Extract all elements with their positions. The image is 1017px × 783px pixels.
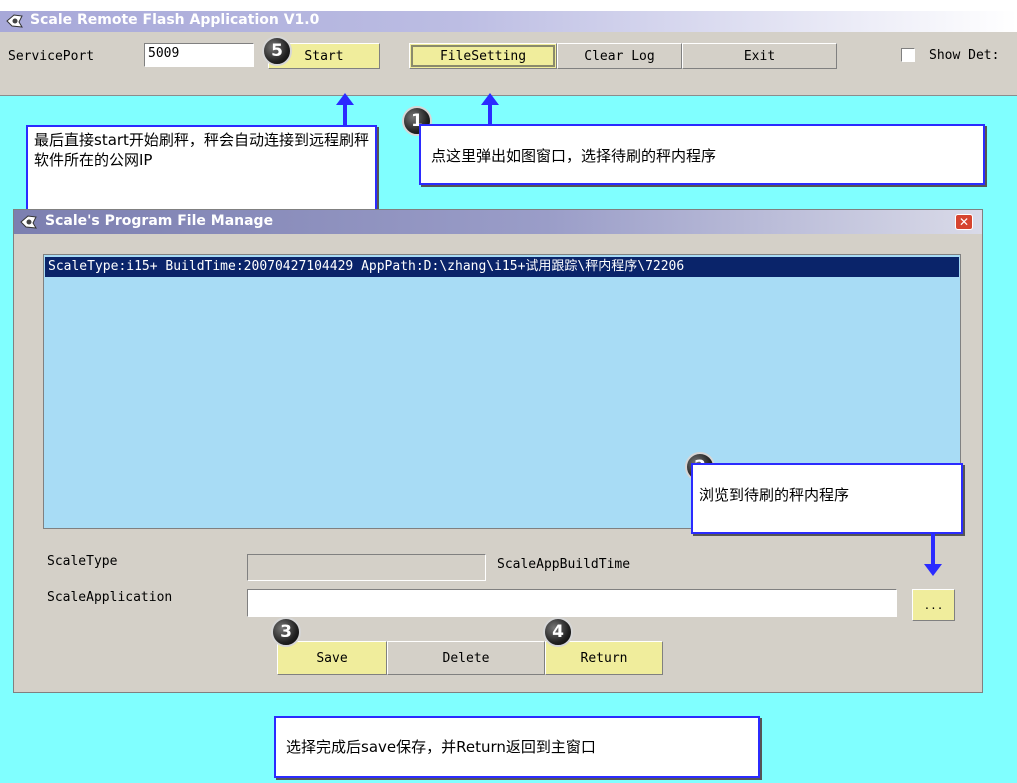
exit-button[interactable]: Exit [682,43,837,69]
show-details-label: Show Det: [929,48,1000,63]
main-window: Scale Remote Flash Application V1.0 Serv… [0,0,1017,783]
app-icon [20,214,38,230]
scale-type-label: ScaleType [47,554,118,569]
top-strip [0,0,1017,11]
build-time-label: ScaleAppBuildTime [497,557,631,572]
callout-step2: 浏览到待刷的秤内程序 [691,463,963,534]
scale-type-field [247,554,486,581]
file-manage-dialog: Scale's Program File Manage ✕ ScaleType:… [13,209,983,693]
show-details-checkbox[interactable] [901,48,915,62]
service-port-label: ServicePort [8,49,95,64]
service-port-input[interactable]: 5009 [144,43,254,67]
close-icon[interactable]: ✕ [955,214,973,230]
callout-step1: 点这里弹出如图窗口，选择待刷的秤内程序 [419,124,985,185]
arrow-to-start-icon [336,93,354,126]
callout-bottom: 选择完成后save保存，并Return返回到主窗口 [274,716,760,778]
main-toolbar: ServicePort 5009 Start FileSetting Clear… [0,32,1017,96]
list-item[interactable]: ScaleType:i15+ BuildTime:20070427104429 … [45,257,959,277]
step-badge-4: 4 [543,617,573,647]
app-icon [6,13,24,29]
arrow-to-browse-icon [924,534,942,576]
browse-button[interactable]: ... [912,589,955,621]
delete-button[interactable]: Delete [387,641,545,675]
file-setting-button[interactable]: FileSetting [409,43,557,69]
window-title: Scale Remote Flash Application V1.0 [30,12,320,28]
callout-step5: 最后直接start开始刷秤，秤会自动连接到远程刷秤软件所在的公网IP [26,125,377,217]
step-badge-5: 5 [262,36,292,66]
step-badge-3: 3 [271,617,301,647]
main-titlebar: Scale Remote Flash Application V1.0 [0,11,1017,32]
scale-application-input[interactable] [247,589,897,617]
arrow-to-filesetting-icon [481,93,499,125]
dialog-titlebar: Scale's Program File Manage ✕ [14,210,982,234]
clear-log-button[interactable]: Clear Log [557,43,682,69]
scale-application-label: ScaleApplication [47,590,173,605]
dialog-title: Scale's Program File Manage [45,213,274,229]
save-button[interactable]: Save [277,641,387,675]
